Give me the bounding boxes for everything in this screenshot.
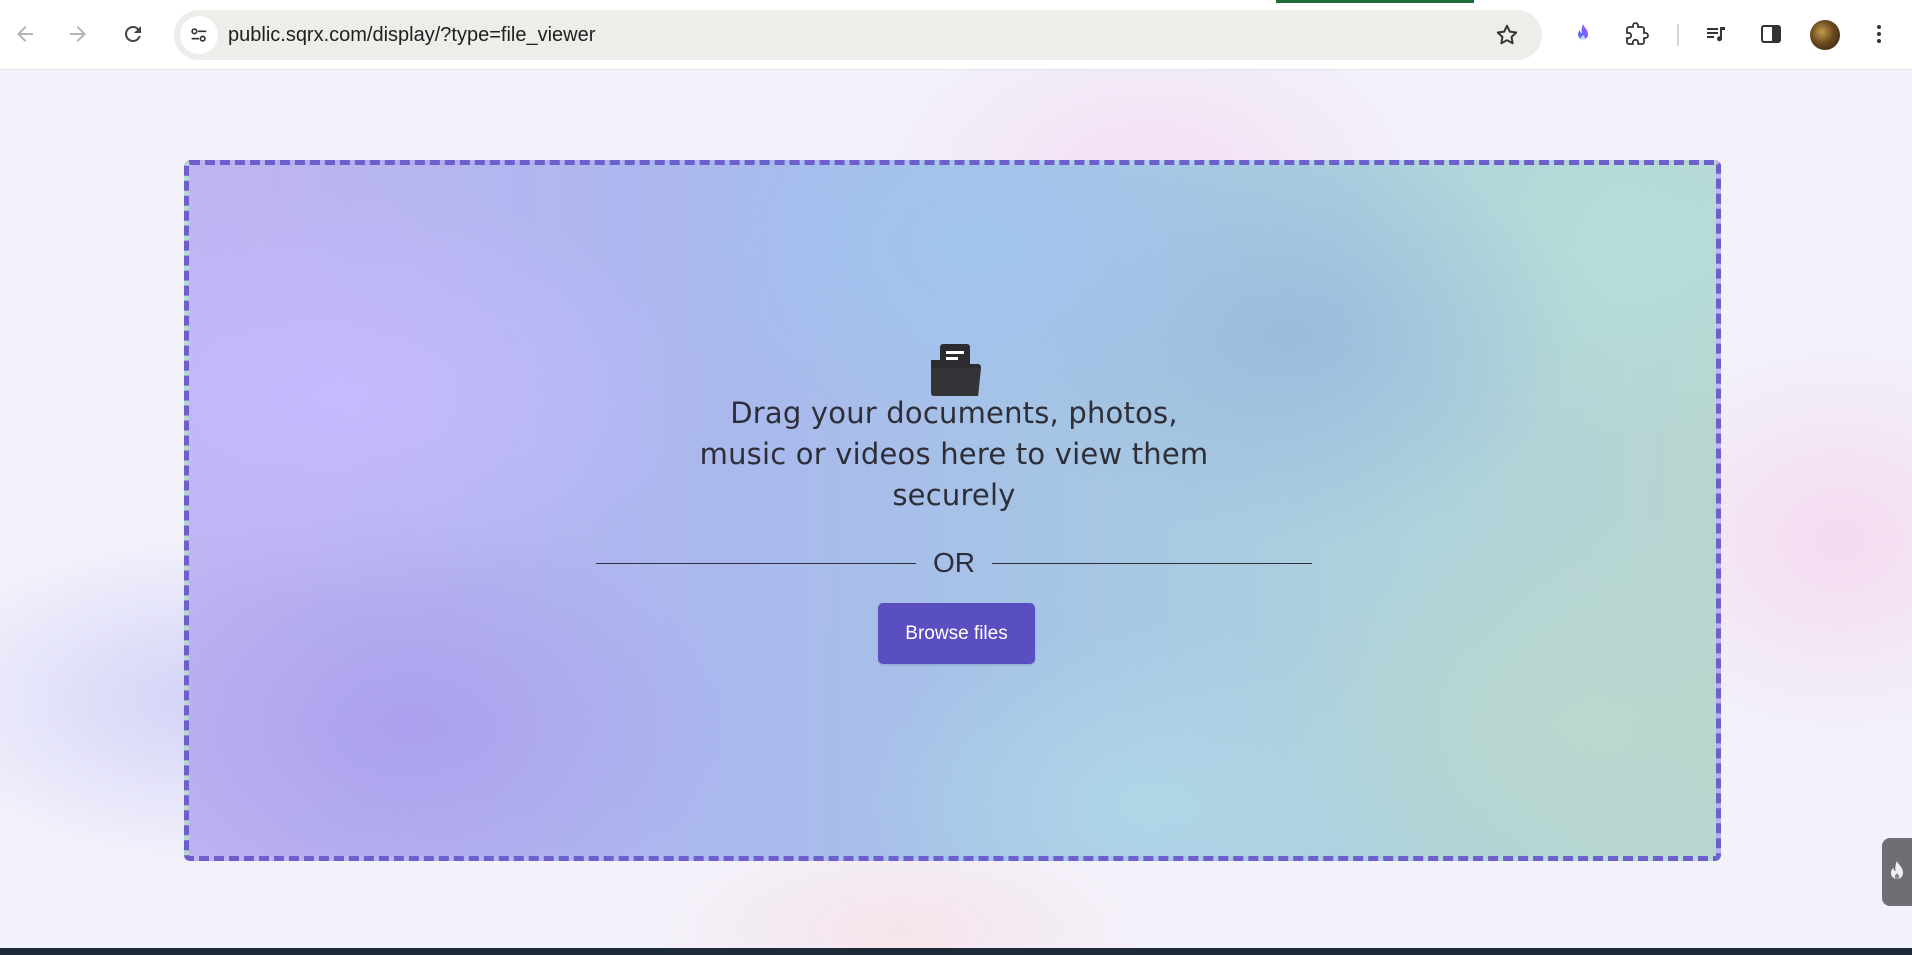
forward-button[interactable]	[62, 18, 94, 50]
file-dropzone[interactable]: Drag your documents, photos, music or vi…	[184, 160, 1721, 861]
dropzone-headline: Drag your documents, photos, music or vi…	[699, 396, 1209, 512]
star-icon[interactable]	[1494, 22, 1520, 48]
folder-document-icon	[931, 344, 981, 396]
kebab-menu-icon	[1877, 25, 1881, 43]
flame-icon	[1891, 861, 1903, 880]
url-text[interactable]: public.sqrx.com/display/?type=file_viewe…	[228, 10, 595, 60]
reload-icon	[125, 26, 141, 42]
or-divider: OR	[596, 548, 1312, 578]
extension-flame-button[interactable]	[1567, 18, 1599, 50]
divider-line-right	[992, 563, 1312, 564]
side-extension-tab[interactable]	[1882, 838, 1912, 906]
active-tab-indicator	[1276, 0, 1474, 3]
address-bar[interactable]: public.sqrx.com/display/?type=file_viewe…	[174, 10, 1542, 60]
site-info-button[interactable]	[180, 16, 218, 54]
browser-menu-button[interactable]	[1863, 18, 1895, 50]
profile-avatar[interactable]	[1810, 20, 1840, 50]
page-background: Drag your documents, photos, music or vi…	[0, 70, 1912, 948]
tune-icon	[191, 28, 207, 42]
browse-files-button[interactable]: Browse files	[878, 603, 1035, 664]
reload-button[interactable]	[117, 18, 149, 50]
puzzle-icon	[1626, 22, 1649, 45]
taskbar-edge	[0, 948, 1912, 955]
media-playlist-icon	[1707, 27, 1725, 42]
arrow-left-icon	[17, 26, 33, 42]
browser-toolbar: public.sqrx.com/display/?type=file_viewe…	[0, 0, 1912, 70]
media-button[interactable]	[1700, 18, 1732, 50]
arrow-right-icon	[70, 26, 86, 42]
toolbar-divider	[1677, 24, 1679, 46]
flame-icon	[1578, 24, 1588, 41]
side-panel-button[interactable]	[1755, 18, 1787, 50]
extensions-button[interactable]	[1621, 18, 1653, 50]
back-button[interactable]	[9, 18, 41, 50]
side-panel-icon	[1761, 25, 1781, 43]
